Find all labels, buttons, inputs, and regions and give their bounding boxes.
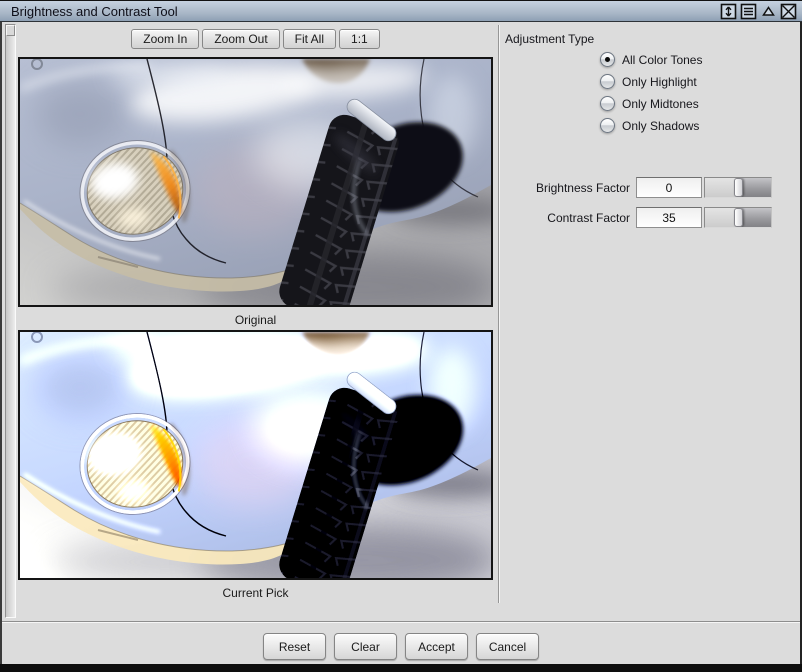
window-border-bottom [0, 664, 802, 672]
brightness-factor-row: Brightness Factor [505, 177, 772, 198]
slider-track-right [739, 208, 771, 227]
window-title: Brightness and Contrast Tool [11, 3, 178, 19]
close-icon[interactable] [779, 3, 797, 20]
one-to-one-button[interactable]: 1:1 [339, 29, 380, 49]
left-scrollbar-track[interactable] [5, 24, 16, 618]
radio-label: Only Midtones [622, 96, 699, 111]
brightness-factor-slider[interactable] [704, 177, 772, 198]
panel-divider [498, 25, 499, 603]
radio-only-highlight[interactable]: Only Highlight [600, 73, 702, 90]
zoom-out-button[interactable]: Zoom Out [202, 29, 280, 49]
zoom-toolbar: Zoom In Zoom Out Fit All 1:1 [18, 29, 493, 49]
radio-only-midtones[interactable]: Only Midtones [600, 95, 702, 112]
contrast-factor-input[interactable] [636, 207, 702, 228]
clear-button[interactable]: Clear [334, 633, 397, 660]
shade-triangle-icon[interactable] [759, 3, 777, 20]
current-pick-preview-image [18, 330, 493, 580]
reset-button[interactable]: Reset [263, 633, 326, 660]
brightness-factor-input[interactable] [636, 177, 702, 198]
car-render-art [20, 332, 491, 578]
footer-button-bar: Reset Clear Accept Cancel [0, 633, 802, 660]
brightness-contrast-dialog: Brightness and Contrast Tool Zoom In Zoo… [0, 0, 802, 672]
adjustment-type-heading: Adjustment Type [505, 32, 595, 46]
accept-button[interactable]: Accept [405, 633, 468, 660]
radio-all-color-tones[interactable]: All Color Tones [600, 51, 702, 68]
brightness-factor-label: Brightness Factor [535, 180, 630, 195]
cancel-button[interactable]: Cancel [476, 633, 539, 660]
resize-vertical-icon[interactable] [719, 3, 737, 20]
window-controls [719, 3, 797, 20]
contrast-factor-label: Contrast Factor [547, 210, 630, 225]
footer-divider [0, 621, 802, 623]
left-scrollbar-thumb[interactable] [6, 25, 15, 36]
radio-button-icon [600, 52, 615, 67]
zoom-in-button[interactable]: Zoom In [131, 29, 200, 49]
titlebar: Brightness and Contrast Tool [0, 0, 802, 22]
radio-label: Only Shadows [622, 118, 700, 133]
radio-label: All Color Tones [622, 52, 703, 67]
radio-button-icon [600, 74, 615, 89]
window-menu-icon[interactable] [739, 3, 757, 20]
contrast-factor-row: Contrast Factor [505, 207, 772, 228]
radio-label: Only Highlight [622, 74, 697, 89]
window-border-left [0, 0, 2, 672]
original-caption: Original [234, 313, 277, 327]
original-preview-image [18, 57, 493, 307]
current-pick-caption: Current Pick [222, 586, 289, 600]
radio-only-shadows[interactable]: Only Shadows [600, 117, 702, 134]
contrast-factor-slider[interactable] [704, 207, 772, 228]
fit-all-button[interactable]: Fit All [282, 29, 337, 49]
slider-track-right [739, 178, 771, 197]
radio-button-icon [600, 118, 615, 133]
contrast-slider-handle[interactable] [734, 208, 744, 227]
radio-button-icon [600, 96, 615, 111]
brightness-slider-handle[interactable] [734, 178, 744, 197]
adjustment-type-radio-group: All Color Tones Only Highlight Only Midt… [600, 51, 702, 139]
car-render-art [20, 59, 491, 305]
